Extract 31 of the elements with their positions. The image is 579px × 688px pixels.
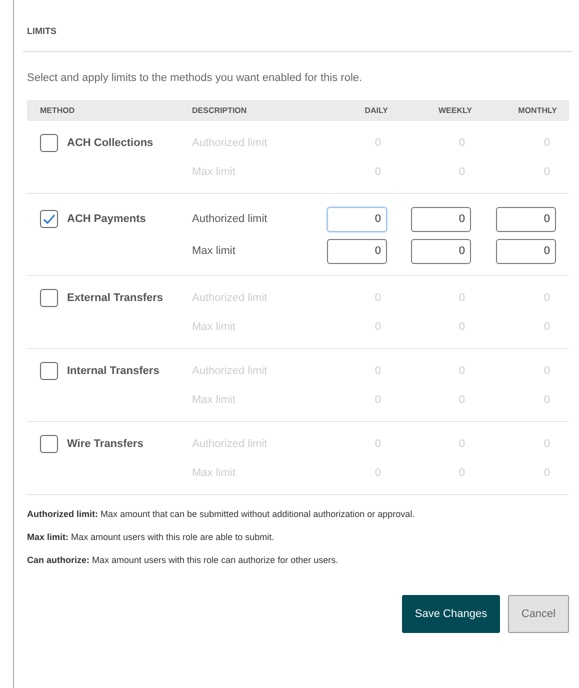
column-header: DAILY bbox=[364, 106, 388, 115]
definition-text: Max limit: Max amount users with this role are able to submit. bbox=[27, 532, 276, 542]
method-name: ACH Collections bbox=[67, 136, 154, 148]
method-name: External Transfers bbox=[67, 292, 163, 304]
checkbox[interactable] bbox=[40, 210, 58, 228]
column-header: MONTHLY bbox=[517, 106, 557, 115]
checkbox[interactable] bbox=[40, 288, 58, 306]
column-header: METHOD bbox=[39, 106, 76, 115]
checkbox[interactable] bbox=[40, 362, 58, 380]
limit-input[interactable]: 0 bbox=[327, 206, 387, 232]
definition-text: Can authorize: Max amount users with this role can authorize for other users. bbox=[27, 555, 340, 565]
method-name: Internal Transfers bbox=[67, 364, 160, 376]
column-header: WEEKLY bbox=[438, 106, 472, 115]
limit-input[interactable]: 0 bbox=[327, 238, 387, 264]
method-name: ACH Payments bbox=[67, 213, 146, 225]
check-icon bbox=[42, 212, 56, 226]
method-name: Wire Transfers bbox=[67, 438, 144, 450]
limit-input[interactable]: 0 bbox=[496, 206, 556, 232]
definition-text: Authorized limit: Max amount that can be submitted without additional authorization or approval. bbox=[27, 509, 416, 519]
section-title: LIMITS bbox=[27, 25, 58, 36]
limit-input[interactable]: 0 bbox=[411, 206, 471, 232]
cancel-button[interactable]: Cancel bbox=[508, 595, 569, 633]
checkbox[interactable] bbox=[40, 134, 58, 152]
save-button[interactable]: Save Changes bbox=[402, 595, 500, 633]
limit-input[interactable]: 0 bbox=[411, 238, 471, 264]
checkbox[interactable] bbox=[40, 434, 58, 452]
limit-label: Authorized limit bbox=[192, 213, 268, 225]
limit-input[interactable]: 0 bbox=[496, 238, 556, 264]
intro-text: Select and apply limits to the methods you want enabled for this role. bbox=[27, 72, 364, 84]
limit-label: Max limit bbox=[192, 245, 236, 257]
column-header: DESCRIPTION bbox=[192, 106, 248, 115]
